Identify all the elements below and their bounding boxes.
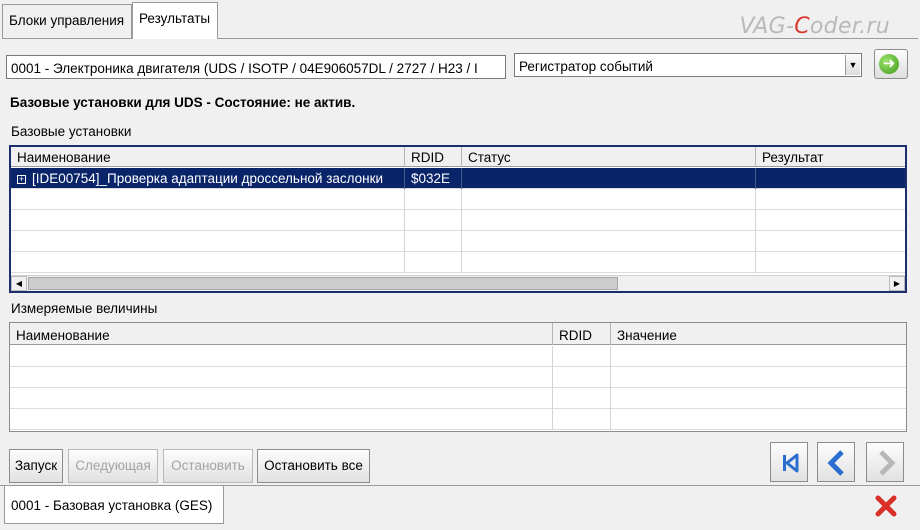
footer-tab[interactable]: 0001 - Базовая установка (GES) bbox=[4, 486, 224, 524]
skip-first-icon bbox=[783, 453, 799, 473]
table-row[interactable]: + [IDE00754]_Проверка адаптации дроссельн… bbox=[11, 168, 905, 189]
column-header-value[interactable]: Значение bbox=[611, 323, 906, 345]
stop-all-button[interactable]: Остановить все bbox=[257, 449, 370, 483]
arrow-right-icon: ➜ bbox=[879, 54, 899, 74]
column-header-result[interactable]: Результат bbox=[756, 147, 905, 167]
module-field[interactable]: 0001 - Электроника двигателя (UDS / ISOT… bbox=[6, 55, 506, 79]
row-result bbox=[756, 168, 905, 189]
column-header-status[interactable]: Статус bbox=[462, 147, 756, 167]
watermark: VAG-Coder.ru bbox=[739, 14, 890, 39]
row-rdid: $032E bbox=[405, 168, 462, 189]
function-select[interactable]: Регистратор событий ▼ bbox=[514, 53, 862, 77]
expand-icon[interactable]: + bbox=[17, 175, 26, 184]
horizontal-scrollbar[interactable]: ◀ ▶ bbox=[11, 275, 905, 291]
scroll-left-icon[interactable]: ◀ bbox=[11, 276, 27, 291]
column-header-name[interactable]: Наименование bbox=[11, 147, 405, 167]
row-status bbox=[462, 168, 756, 189]
scroll-thumb[interactable] bbox=[28, 277, 618, 290]
table-row bbox=[11, 189, 905, 210]
table-row bbox=[10, 346, 906, 367]
chevron-left-icon bbox=[827, 450, 844, 476]
table-header: Наименование RDID Значение bbox=[10, 323, 906, 345]
first-button[interactable] bbox=[770, 442, 808, 482]
column-header-rdid[interactable]: RDID bbox=[405, 147, 462, 167]
tab-results[interactable]: Результаты bbox=[132, 2, 218, 39]
table-header: Наименование RDID Статус Результат bbox=[11, 147, 905, 167]
column-header-rdid[interactable]: RDID bbox=[553, 323, 611, 345]
footer-bar: 0001 - Базовая установка (GES) bbox=[0, 485, 920, 530]
measured-values-table[interactable]: Наименование RDID Значение bbox=[9, 322, 907, 432]
chevron-right-icon bbox=[879, 450, 896, 476]
table-row bbox=[11, 231, 905, 252]
tab-control-modules[interactable]: Блоки управления bbox=[2, 4, 132, 38]
table-row bbox=[10, 409, 906, 430]
table-row bbox=[10, 388, 906, 409]
status-text: Базовые установки для UDS - Состояние: н… bbox=[10, 95, 356, 110]
basic-settings-table[interactable]: Наименование RDID Статус Результат + [IDE… bbox=[9, 145, 907, 293]
stop-button[interactable]: Остановить bbox=[163, 449, 253, 483]
close-icon[interactable] bbox=[874, 494, 898, 518]
basic-settings-label: Базовые установки bbox=[11, 124, 132, 139]
back-button[interactable] bbox=[817, 442, 855, 482]
table-row bbox=[11, 252, 905, 273]
column-header-name[interactable]: Наименование bbox=[10, 323, 553, 345]
forward-button[interactable] bbox=[866, 442, 904, 482]
scroll-right-icon[interactable]: ▶ bbox=[889, 276, 905, 291]
chevron-down-icon[interactable]: ▼ bbox=[845, 55, 860, 75]
row-name: + [IDE00754]_Проверка адаптации дроссельн… bbox=[11, 168, 405, 189]
function-select-value: Регистратор событий bbox=[519, 59, 653, 74]
measured-values-label: Измеряемые величины bbox=[11, 301, 158, 316]
start-button[interactable]: Запуск bbox=[9, 449, 63, 483]
table-row bbox=[10, 367, 906, 388]
next-button[interactable]: Следующая bbox=[68, 449, 158, 483]
table-row bbox=[11, 210, 905, 231]
go-button[interactable]: ➜ bbox=[874, 49, 908, 79]
tab-bar: Блоки управления Результаты VAG-Coder.ru bbox=[0, 0, 920, 39]
